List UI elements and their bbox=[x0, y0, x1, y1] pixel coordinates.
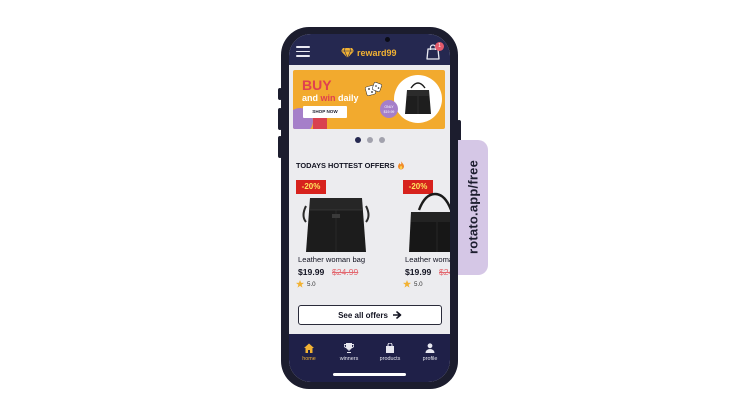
dice-icon bbox=[365, 82, 382, 96]
nav-label: products bbox=[379, 356, 401, 362]
section-title-text: TODAYS HOTTEST OFFERS bbox=[296, 161, 395, 170]
product-price: $19.99 bbox=[405, 267, 432, 277]
app-logo: reward99 bbox=[341, 47, 397, 59]
nav-item-home[interactable]: home bbox=[289, 343, 329, 362]
rating-value: 5.0 bbox=[307, 280, 316, 288]
product-price: $19.99 bbox=[298, 267, 325, 277]
product-name: Leather woman bag bbox=[298, 255, 366, 264]
carousel-dots bbox=[355, 137, 385, 143]
app-header: reward99 1 bbox=[289, 34, 450, 65]
product-name: Leather woman bbox=[405, 255, 450, 264]
shopping-bag-icon bbox=[386, 343, 394, 353]
brand-name: reward99 bbox=[357, 48, 397, 58]
banner-price-tag: ONLY $19.99 bbox=[380, 100, 398, 118]
banner-headline: BUY bbox=[302, 77, 332, 93]
watermark-pill[interactable]: rotato.app/free bbox=[458, 140, 488, 275]
home-indicator bbox=[333, 373, 406, 376]
diamond-icon bbox=[341, 48, 354, 58]
section-title: TODAYS HOTTEST OFFERS bbox=[296, 161, 405, 170]
shop-now-button[interactable]: SHOP NOW bbox=[303, 106, 347, 118]
arrow-right-icon bbox=[392, 311, 402, 319]
carousel-dot-1[interactable] bbox=[355, 137, 361, 143]
front-camera bbox=[385, 37, 390, 42]
star-icon bbox=[296, 280, 304, 288]
nav-label: home bbox=[302, 356, 316, 362]
product-old-price: $24.99 bbox=[439, 267, 450, 277]
cart-count-badge: 1 bbox=[435, 42, 444, 51]
nav-label: winners bbox=[339, 356, 359, 362]
nav-item-winners[interactable]: winners bbox=[329, 343, 369, 362]
menu-icon[interactable] bbox=[296, 46, 310, 57]
product-rating: 5.0 bbox=[296, 280, 316, 288]
stage: reward99 1 BUY and win daily SHOP NOW ON… bbox=[0, 0, 738, 415]
see-all-offers-button[interactable]: See all offers bbox=[298, 305, 442, 325]
nav-item-profile[interactable]: profile bbox=[410, 343, 450, 362]
watermark-text: rotato.app/free bbox=[465, 159, 481, 255]
product-image bbox=[302, 198, 370, 252]
phone-screen: reward99 1 BUY and win daily SHOP NOW ON… bbox=[289, 34, 450, 382]
carousel-dot-3[interactable] bbox=[379, 137, 385, 143]
carousel-dot-2[interactable] bbox=[367, 137, 373, 143]
product-old-price: $24.99 bbox=[332, 267, 359, 277]
home-icon bbox=[304, 343, 314, 353]
banner-sub-suffix: daily bbox=[335, 93, 359, 103]
product-card[interactable]: -20% Leather woman $19.99 $24.99 5.0 bbox=[403, 180, 450, 298]
banner-sub-prefix: and bbox=[302, 93, 321, 103]
product-image bbox=[409, 192, 450, 252]
see-all-label: See all offers bbox=[338, 310, 388, 320]
banner-subline: and win daily bbox=[302, 92, 359, 104]
handbag-icon bbox=[405, 82, 431, 114]
rating-value: 5.0 bbox=[414, 280, 423, 288]
nav-label: profile bbox=[422, 356, 438, 362]
star-icon bbox=[403, 280, 411, 288]
promo-banner[interactable]: BUY and win daily SHOP NOW ONLY $19.99 bbox=[293, 70, 445, 129]
product-rating: 5.0 bbox=[403, 280, 423, 288]
product-card[interactable]: -20% Leather woman bag $19.99 $24.99 5.0 bbox=[296, 180, 386, 298]
nav-item-products[interactable]: products bbox=[370, 343, 410, 362]
user-icon bbox=[425, 343, 435, 353]
fire-icon bbox=[397, 161, 404, 170]
banner-sub-accent: win bbox=[320, 93, 336, 103]
trophy-icon bbox=[344, 343, 354, 353]
